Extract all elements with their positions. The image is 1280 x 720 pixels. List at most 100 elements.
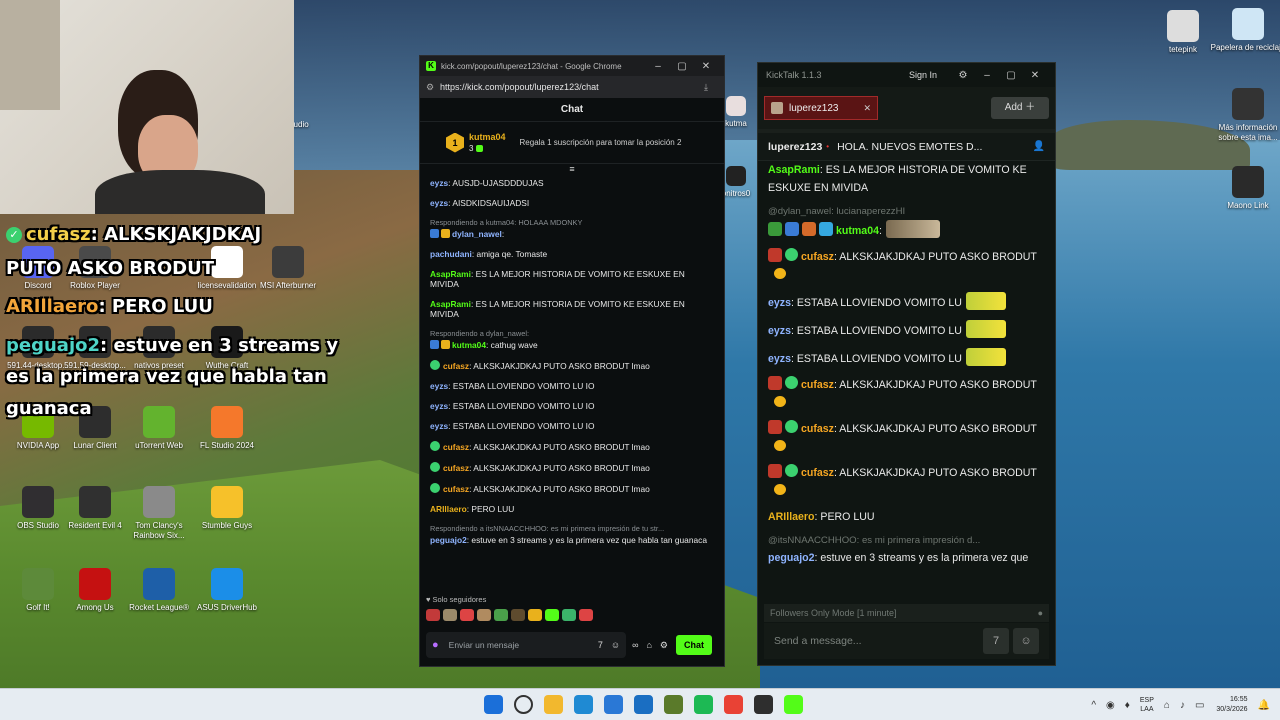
kick-icon[interactable]: [784, 695, 803, 714]
start-icon[interactable]: [484, 695, 503, 714]
user-list-icon[interactable]: 👤: [1033, 141, 1045, 152]
chrome-icon[interactable]: [724, 695, 743, 714]
tab-luperez123[interactable]: luperez123 ✕: [764, 96, 878, 120]
chat-username[interactable]: cufasz: [801, 251, 834, 263]
desktop-icon[interactable]: Tom Clancy's Rainbow Six...: [121, 486, 197, 541]
kick-emote-icon[interactable]: 7: [598, 640, 603, 650]
chat-username[interactable]: cufasz: [443, 463, 469, 473]
chat-username[interactable]: eyzs: [430, 198, 448, 208]
chat-username[interactable]: ARIllaero: [768, 511, 815, 523]
kicktalk-chat-input[interactable]: Send a message... 7 ☺: [764, 623, 1049, 659]
desktop-icon[interactable]: uTorrent Web: [121, 406, 197, 451]
obs-icon[interactable]: [754, 695, 773, 714]
chat-username[interactable]: AsapRami: [430, 299, 471, 309]
chat-username[interactable]: pachudani: [430, 249, 472, 259]
sign-in-button[interactable]: Sign In: [909, 70, 937, 80]
emote-icon[interactable]: [460, 609, 474, 621]
spotify-icon[interactable]: [694, 695, 713, 714]
chat-username[interactable]: cufasz: [801, 467, 834, 479]
pinned-username[interactable]: kutma04: [469, 132, 506, 142]
emote-picker-icon[interactable]: ☺: [1013, 628, 1039, 654]
mic-icon[interactable]: ♦: [1125, 700, 1130, 711]
desktop-icon[interactable]: ASUS DriverHub: [189, 568, 265, 613]
site-info-icon[interactable]: ⚙: [426, 82, 440, 93]
emote-icon[interactable]: [562, 609, 576, 621]
kicktalk-titlebar[interactable]: KickTalk 1.1.3 Sign In ⚙ – ▢ ✕: [758, 63, 1055, 87]
chat-username[interactable]: peguajo2: [430, 535, 467, 545]
desktop-icon[interactable]: MSI Afterburner: [250, 246, 326, 291]
input-placeholder[interactable]: Enviar un mensaje: [449, 640, 590, 650]
chat-username[interactable]: peguajo2: [768, 552, 815, 564]
chat-username[interactable]: cufasz: [443, 484, 469, 494]
edge-icon[interactable]: [574, 695, 593, 714]
reply-context[interactable]: Respondiendo a itsNNAACCHHOO: es mi prim…: [430, 524, 714, 534]
mic-icon[interactable]: ●: [432, 639, 439, 651]
notification-bell-icon[interactable]: 🔔: [1258, 700, 1270, 711]
emote-icon[interactable]: [426, 609, 440, 621]
minimize-icon[interactable]: –: [646, 61, 670, 72]
chat-username[interactable]: eyzs: [768, 325, 791, 337]
chat-username[interactable]: kutma04: [452, 340, 486, 350]
chat-username[interactable]: eyzs: [768, 353, 791, 365]
chat-username[interactable]: kutma04: [836, 225, 879, 237]
reply-context[interactable]: Respondiendo a kutma04: HOLAAA MDONKY: [430, 218, 714, 228]
infinity-icon[interactable]: ∞: [632, 640, 638, 650]
url-text[interactable]: https://kick.com/popout/luperez123/chat: [440, 82, 704, 92]
network-icon[interactable]: ◉: [1106, 700, 1115, 711]
search-icon[interactable]: [514, 695, 533, 714]
add-channel-button[interactable]: Add ＋: [991, 97, 1049, 119]
chrome-titlebar[interactable]: K kick.com/popout/luperez123/chat - Goog…: [420, 56, 724, 76]
chat-input[interactable]: ● Enviar un mensaje 7 ☺: [426, 632, 627, 658]
emoji-icon[interactable]: ☺: [611, 640, 620, 650]
chat-username[interactable]: ARIllaero: [430, 504, 467, 514]
emote-icon[interactable]: [528, 609, 542, 621]
close-icon[interactable]: ✕: [694, 61, 718, 72]
chat-username[interactable]: cufasz: [801, 379, 834, 391]
kick-emote-icon[interactable]: 7: [983, 628, 1009, 654]
settings-gear-icon[interactable]: ⚙: [951, 70, 975, 81]
volume-icon[interactable]: ♪: [1180, 700, 1185, 711]
outlook-icon[interactable]: [634, 695, 653, 714]
desktop-icon[interactable]: Papelera de reciclaje: [1210, 8, 1280, 53]
emote-icon[interactable]: [477, 609, 491, 621]
reply-context[interactable]: @dylan_nawel: lucianaperezzHI: [768, 205, 1045, 218]
emote-icon[interactable]: [494, 609, 508, 621]
chat-username[interactable]: dylan_nawel: [452, 229, 502, 239]
chat-username[interactable]: AsapRami: [768, 164, 820, 176]
desktop-icon[interactable]: FL Studio 2024: [189, 406, 265, 451]
maximize-icon[interactable]: ▢: [670, 61, 694, 72]
emote-icon[interactable]: [579, 609, 593, 621]
chat-username[interactable]: eyzs: [430, 178, 448, 188]
chat-username[interactable]: eyzs: [430, 381, 448, 391]
chat-username[interactable]: eyzs: [430, 421, 448, 431]
desktop-icon[interactable]: Más información sobre esta ima...: [1210, 88, 1280, 143]
emote-icon[interactable]: [443, 609, 457, 621]
send-chat-button[interactable]: Chat: [676, 635, 712, 655]
chat-username[interactable]: cufasz: [443, 442, 469, 452]
chat-username[interactable]: eyzs: [768, 297, 791, 309]
desktop-icon[interactable]: Maono Link: [1210, 166, 1280, 211]
battery-icon[interactable]: ▭: [1195, 700, 1204, 711]
chat-username[interactable]: cufasz: [443, 361, 469, 371]
file-explorer-icon[interactable]: [544, 695, 563, 714]
desktop-icon[interactable]: Rocket League®: [121, 568, 197, 613]
emote-icon[interactable]: [545, 609, 559, 621]
close-icon[interactable]: ✕: [1023, 70, 1047, 81]
reply-context[interactable]: Respondiendo a dylan_nawel:: [430, 329, 714, 339]
desktop-icon[interactable]: Stumble Guys: [189, 486, 265, 531]
input-placeholder[interactable]: Send a message...: [774, 635, 979, 647]
address-bar[interactable]: ⚙ https://kick.com/popout/luperez123/cha…: [420, 76, 724, 98]
language-indicator[interactable]: ESP LAA: [1140, 696, 1154, 714]
minecraft-icon[interactable]: [664, 695, 683, 714]
maximize-icon[interactable]: ▢: [999, 70, 1023, 81]
minimize-icon[interactable]: –: [975, 70, 999, 81]
info-icon[interactable]: ●: [1038, 604, 1043, 622]
chat-username[interactable]: AsapRami: [430, 269, 471, 279]
chevron-up-icon[interactable]: ^: [1091, 700, 1096, 711]
close-tab-icon[interactable]: ✕: [863, 103, 871, 114]
gift-box-icon[interactable]: ⌂: [646, 640, 651, 650]
download-icon[interactable]: ⤓: [704, 82, 718, 93]
chat-username[interactable]: cufasz: [801, 423, 834, 435]
chat-username[interactable]: eyzs: [430, 401, 448, 411]
clock[interactable]: 16:55 30/3/2026: [1216, 695, 1247, 715]
